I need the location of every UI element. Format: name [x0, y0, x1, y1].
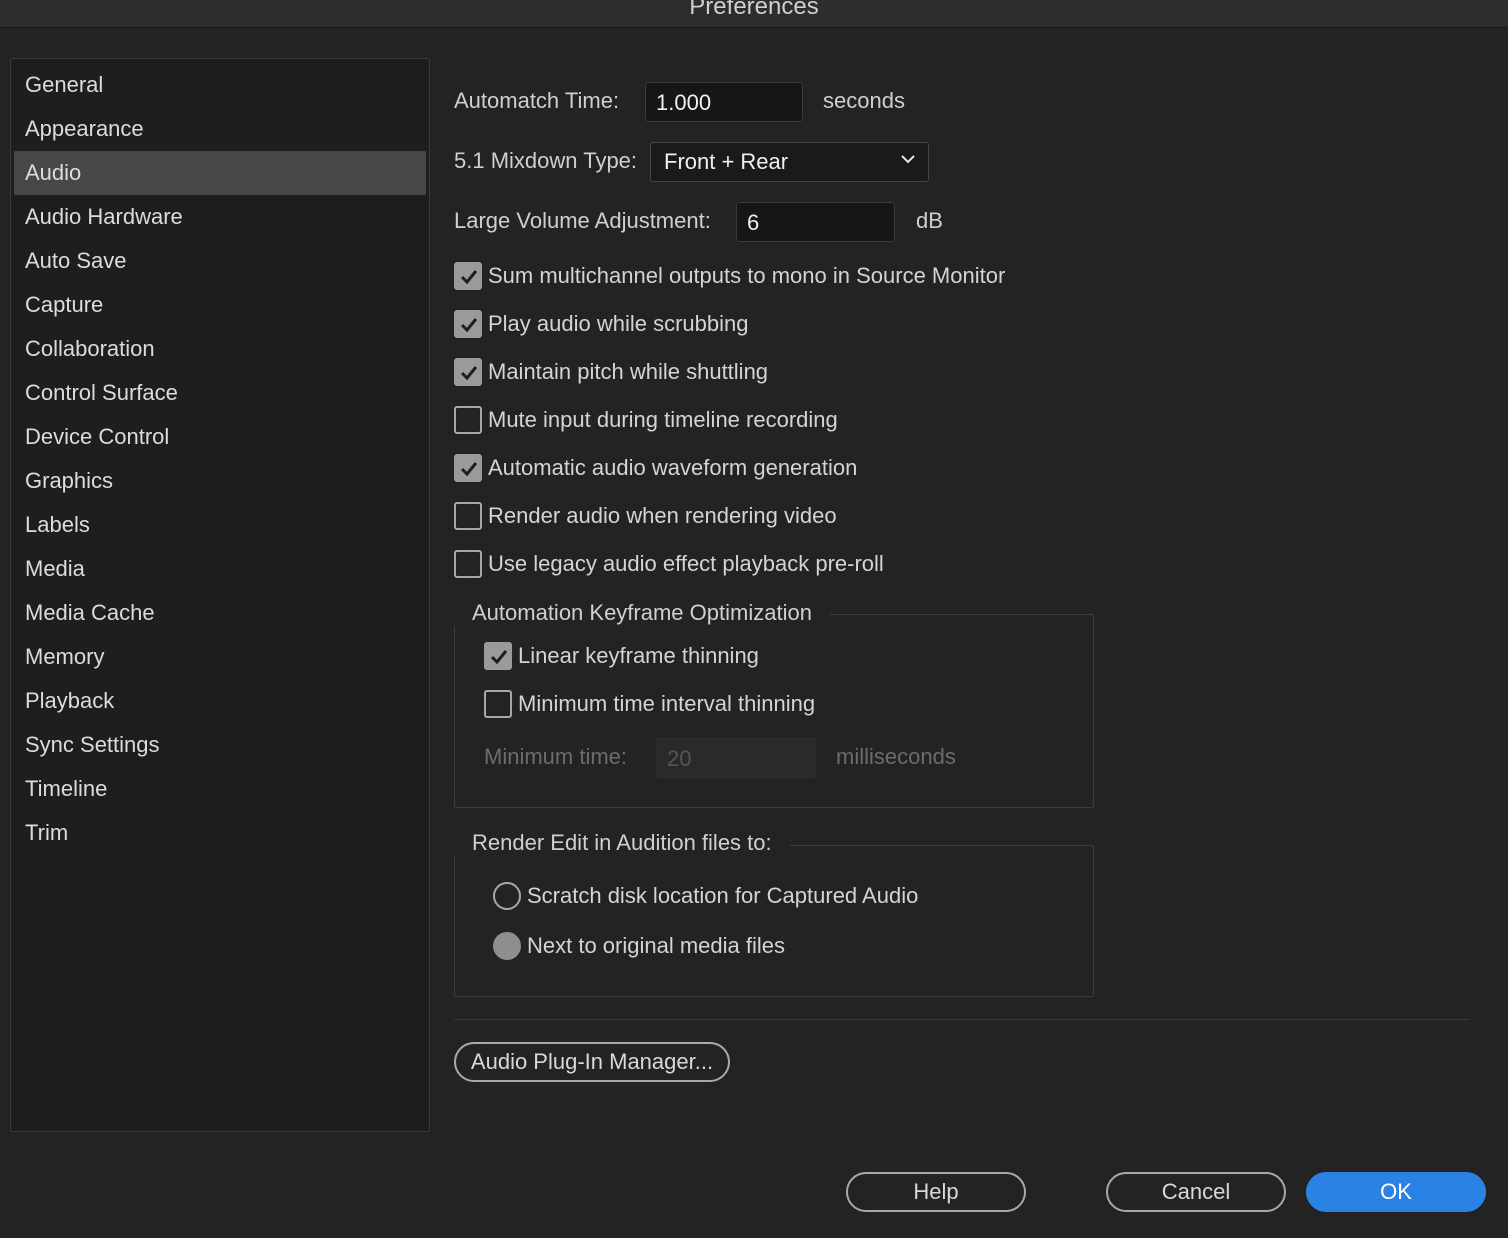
render-edit-title: Render Edit in Audition files to:	[454, 830, 790, 856]
radio-next-to-original[interactable]: Next to original media files	[493, 930, 785, 962]
sidebar-item-control-surface[interactable]: Control Surface	[14, 371, 426, 415]
option-label: Automatic audio waveform generation	[488, 455, 858, 480]
chevron-down-icon	[901, 155, 915, 164]
divider	[454, 1019, 1470, 1020]
sidebar-item-sync-settings[interactable]: Sync Settings	[14, 723, 426, 767]
option-label: Minimum time interval thinning	[518, 691, 816, 716]
sidebar-item-trim[interactable]: Trim	[14, 811, 426, 855]
option-legacy-preroll[interactable]: Use legacy audio effect playback pre-rol…	[454, 548, 884, 580]
sidebar-item-labels[interactable]: Labels	[14, 503, 426, 547]
radio-button-on[interactable]	[493, 932, 521, 960]
option-label: Render audio when rendering video	[488, 503, 837, 528]
sidebar-item-memory[interactable]: Memory	[14, 635, 426, 679]
radio-button-off[interactable]	[493, 882, 521, 910]
option-play-audio-scrubbing[interactable]: Play audio while scrubbing	[454, 308, 749, 340]
title-bar: Preferences	[0, 0, 1508, 28]
mixdown-type-label: 5.1 Mixdown Type:	[454, 148, 638, 173]
min-time-unit: milliseconds	[836, 744, 956, 769]
checkbox-checked[interactable]	[454, 454, 482, 482]
sidebar-item-appearance[interactable]: Appearance	[14, 107, 426, 151]
option-render-audio[interactable]: Render audio when rendering video	[454, 500, 837, 532]
option-maintain-pitch[interactable]: Maintain pitch while shuttling	[454, 356, 768, 388]
sidebar-item-auto-save[interactable]: Auto Save	[14, 239, 426, 283]
option-label: Linear keyframe thinning	[518, 643, 759, 668]
checkbox-checked[interactable]	[454, 262, 482, 290]
checkmark-icon	[460, 462, 478, 477]
large-volume-input[interactable]: 6	[736, 202, 895, 242]
mixdown-type-select[interactable]: Front + Rear	[650, 142, 929, 182]
sidebar-item-audio-hardware[interactable]: Audio Hardware	[14, 195, 426, 239]
min-time-input[interactable]: 20	[656, 738, 816, 778]
mixdown-type-value: Front + Rear	[664, 149, 789, 174]
radio-scratch-disk[interactable]: Scratch disk location for Captured Audio	[493, 880, 918, 912]
large-volume-label: Large Volume Adjustment:	[454, 208, 711, 233]
radio-label: Scratch disk location for Captured Audio	[527, 883, 919, 908]
checkbox-unchecked[interactable]	[454, 406, 482, 434]
preferences-category-list: General Appearance Audio Audio Hardware …	[10, 58, 430, 1132]
window-title: Preferences	[689, 0, 819, 20]
option-label: Play audio while scrubbing	[488, 311, 749, 336]
checkmark-icon	[460, 270, 478, 285]
checkbox-checked[interactable]	[484, 642, 512, 670]
checkmark-icon	[490, 650, 508, 665]
cancel-button[interactable]: Cancel	[1106, 1172, 1286, 1212]
option-min-interval[interactable]: Minimum time interval thinning	[484, 688, 815, 720]
option-label: Use legacy audio effect playback pre-rol…	[488, 551, 884, 576]
sidebar-item-playback[interactable]: Playback	[14, 679, 426, 723]
option-auto-waveform[interactable]: Automatic audio waveform generation	[454, 452, 857, 484]
automatch-time-input[interactable]: 1.000	[645, 82, 803, 122]
help-button[interactable]: Help	[846, 1172, 1026, 1212]
render-edit-group	[454, 845, 1094, 997]
sidebar-item-graphics[interactable]: Graphics	[14, 459, 426, 503]
audio-plugin-manager-button[interactable]: Audio Plug-In Manager...	[454, 1042, 730, 1082]
option-mute-input[interactable]: Mute input during timeline recording	[454, 404, 838, 436]
checkmark-icon	[460, 366, 478, 381]
sidebar-item-media-cache[interactable]: Media Cache	[14, 591, 426, 635]
checkbox-unchecked[interactable]	[454, 502, 482, 530]
automatch-time-unit: seconds	[823, 88, 905, 113]
option-linear-keyframe[interactable]: Linear keyframe thinning	[484, 640, 759, 672]
sidebar-item-collaboration[interactable]: Collaboration	[14, 327, 426, 371]
sidebar-item-audio[interactable]: Audio	[14, 151, 426, 195]
keyframe-optimization-title: Automation Keyframe Optimization	[454, 600, 830, 626]
automatch-time-label: Automatch Time:	[454, 88, 620, 113]
large-volume-unit: dB	[916, 208, 943, 233]
ok-button[interactable]: OK	[1306, 1172, 1486, 1212]
radio-label: Next to original media files	[527, 933, 786, 958]
option-label: Mute input during timeline recording	[488, 407, 838, 432]
sidebar-item-device-control[interactable]: Device Control	[14, 415, 426, 459]
checkbox-checked[interactable]	[454, 310, 482, 338]
sidebar-item-general[interactable]: General	[14, 63, 426, 107]
sidebar-item-media[interactable]: Media	[14, 547, 426, 591]
sidebar-item-capture[interactable]: Capture	[14, 283, 426, 327]
sidebar-item-timeline[interactable]: Timeline	[14, 767, 426, 811]
min-time-label: Minimum time:	[484, 744, 628, 769]
checkmark-icon	[460, 318, 478, 333]
checkbox-checked[interactable]	[454, 358, 482, 386]
option-label: Sum multichannel outputs to mono in Sour…	[488, 263, 1006, 288]
checkbox-unchecked[interactable]	[484, 690, 512, 718]
option-label: Maintain pitch while shuttling	[488, 359, 769, 384]
option-sum-multichannel[interactable]: Sum multichannel outputs to mono in Sour…	[454, 260, 1005, 292]
checkbox-unchecked[interactable]	[454, 550, 482, 578]
